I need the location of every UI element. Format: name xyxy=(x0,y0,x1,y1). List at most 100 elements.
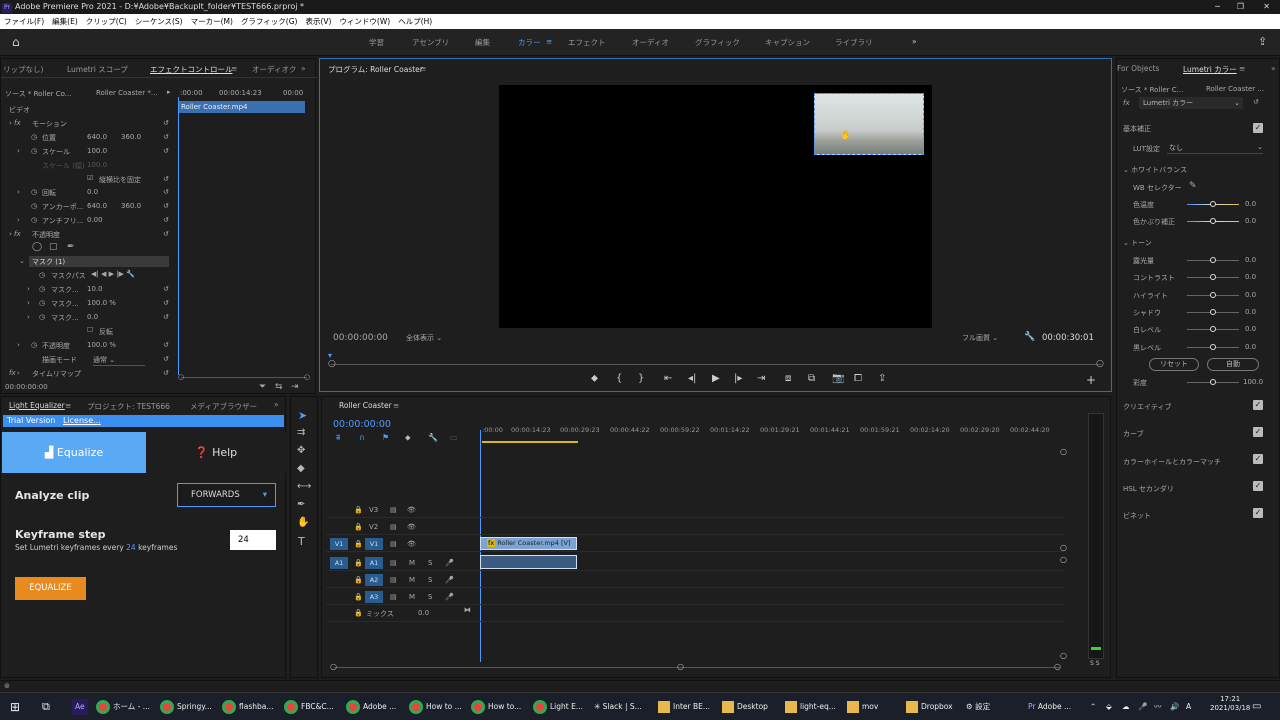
reset-icon[interactable]: ↺ xyxy=(163,299,169,307)
timeline-timecode[interactable]: 00:00:00:00 xyxy=(333,419,391,430)
panel-menu-icon[interactable]: ≡ xyxy=(1239,64,1245,73)
uniform-scale-checkbox[interactable]: ☑ xyxy=(87,174,93,182)
reset-icon[interactable]: ↺ xyxy=(163,202,169,210)
wheels-checkbox[interactable]: ✓ xyxy=(1253,454,1263,464)
notification-icon[interactable]: ▭ xyxy=(1252,699,1261,715)
eye-icon[interactable]: 👁 xyxy=(407,506,416,514)
timeline-tab[interactable]: Roller Coaster xyxy=(339,401,392,410)
white-balance-header[interactable]: ⌄ ホワイトバランス xyxy=(1123,165,1187,175)
sync-icon[interactable]: ▤ xyxy=(390,540,397,548)
panel-menu-icon[interactable]: ≡ xyxy=(231,64,237,73)
stopwatch-icon[interactable]: ◷ xyxy=(39,285,45,293)
expand-icon[interactable]: › xyxy=(27,299,30,307)
reset-icon[interactable]: ↺ xyxy=(163,133,169,141)
stopwatch-icon[interactable]: ◷ xyxy=(39,271,45,279)
expand-icon[interactable]: ⌄ xyxy=(19,257,25,265)
panel-menu-icon[interactable]: ≡ xyxy=(393,401,399,410)
eyedropper-icon[interactable]: ✎ xyxy=(1189,181,1197,191)
sync-icon[interactable]: ▤ xyxy=(390,559,397,567)
track-select-tool-icon[interactable]: ⇉ xyxy=(297,427,305,438)
reset-icon[interactable]: ↺ xyxy=(163,188,169,196)
menu-window[interactable]: ウィンドウ(W) xyxy=(339,14,390,29)
highlights-value[interactable]: 0.0 xyxy=(1245,291,1256,299)
reset-icon[interactable]: ↺ xyxy=(163,230,169,238)
zoom-handle-icon[interactable]: ○ xyxy=(304,373,310,381)
stopwatch-icon[interactable]: ◷ xyxy=(31,216,37,224)
menu-view[interactable]: 表示(V) xyxy=(305,14,331,29)
hsl-header[interactable]: HSL セカンダリ xyxy=(1123,484,1174,494)
fit-dropdown[interactable]: 全体表示 ⌄ xyxy=(406,333,442,343)
lumetri-effect-dropdown[interactable]: Lumetri カラー ⌄ xyxy=(1139,97,1243,109)
program-title[interactable]: プログラム: Roller Coaster xyxy=(328,64,423,75)
compare-icon[interactable]: ⧠ xyxy=(854,373,862,384)
solo-button[interactable]: S xyxy=(428,576,432,584)
add-button-icon[interactable]: + xyxy=(1086,373,1096,387)
ws-edit[interactable]: 編集 xyxy=(475,37,490,48)
clock[interactable]: 17:21 2021/03/18 xyxy=(1210,695,1250,712)
exposure-value[interactable]: 0.0 xyxy=(1245,256,1256,264)
track-a2-label[interactable]: A2 xyxy=(365,574,383,586)
lock-icon[interactable]: 🔒 xyxy=(354,609,363,617)
taskbar-item[interactable]: Adobe ... xyxy=(346,699,396,715)
mute-button[interactable]: M xyxy=(409,576,415,584)
play-only-icon[interactable]: ▸ xyxy=(167,88,171,96)
stopwatch-icon[interactable]: ◷ xyxy=(31,133,37,141)
sync-icon[interactable]: ▤ xyxy=(390,593,397,601)
keyframe-step-input[interactable]: 24 xyxy=(230,530,276,550)
rotation-value[interactable]: 0.0 xyxy=(87,188,98,196)
quality-dropdown[interactable]: フル画質 ⌄ xyxy=(962,333,998,343)
source-patch-a1[interactable]: A1 xyxy=(330,557,348,569)
mic-tray-icon[interactable]: 🎤 xyxy=(1138,699,1147,715)
tab-lumetri-color[interactable]: Lumetri カラー xyxy=(1183,64,1237,75)
tray-up-icon[interactable]: ⌃ xyxy=(1090,699,1096,715)
minimize-icon[interactable]: ─ xyxy=(1215,0,1220,14)
tab-effect-controls[interactable]: エフェクトコントロール xyxy=(150,64,233,75)
sync-icon[interactable]: ▤ xyxy=(390,576,397,584)
lumetri-seq-dropdown[interactable]: Roller Coaster ... xyxy=(1206,85,1264,93)
taskbar-item[interactable]: How to ... xyxy=(409,699,462,715)
tone-header[interactable]: ⌄ トーン xyxy=(1123,238,1152,248)
stopwatch-icon[interactable]: ◷ xyxy=(31,147,37,155)
panel-menu-icon[interactable]: ≡ xyxy=(65,401,71,410)
menu-graphics[interactable]: グラフィック(G) xyxy=(241,14,298,29)
zoom-handle-icon[interactable]: ○ xyxy=(1054,662,1061,671)
step-forward-icon[interactable]: |▸ xyxy=(734,373,742,384)
color-wheels-header[interactable]: カラーホイールとカラーマッチ xyxy=(1123,457,1221,467)
snap-icon[interactable]: ∩ xyxy=(359,433,365,442)
sync-icon[interactable]: ▤ xyxy=(390,506,397,514)
reset-icon[interactable]: ↺ xyxy=(163,285,169,293)
task-view-icon[interactable]: ⧉ xyxy=(42,699,50,715)
tone-auto-button[interactable]: 自動 xyxy=(1207,358,1259,371)
source-patch-v1[interactable]: V1 xyxy=(330,538,348,550)
reset-icon[interactable]: ↺ xyxy=(163,355,169,363)
captions-icon[interactable]: ▭ xyxy=(450,433,458,442)
scroll-handle-icon[interactable]: ○ xyxy=(1060,651,1067,660)
start-icon[interactable]: ⊞ xyxy=(10,699,20,715)
wrench-icon[interactable]: 🔧 xyxy=(428,433,438,442)
taskbar-item[interactable]: ホーム - ... xyxy=(96,699,150,715)
exposure-slider-knob[interactable] xyxy=(1210,257,1216,263)
taskbar-item[interactable]: light-eq... xyxy=(785,699,836,715)
vignette-checkbox[interactable]: ✓ xyxy=(1253,508,1263,518)
lock-icon[interactable]: 🔒 xyxy=(354,576,363,584)
temperature-value[interactable]: 0.0 xyxy=(1245,200,1256,208)
zoom-handle-icon[interactable]: ○ xyxy=(178,373,184,381)
menu-file[interactable]: ファイル(F) xyxy=(4,14,44,29)
curves-checkbox[interactable]: ✓ xyxy=(1253,427,1263,437)
taskbar-item[interactable]: Desktop xyxy=(722,699,768,715)
fx-timeremap-icon[interactable]: fx xyxy=(9,369,16,377)
scroll-handle-icon[interactable]: ○ xyxy=(1060,447,1067,456)
invert-checkbox[interactable]: ☐ xyxy=(87,326,93,334)
go-to-in-icon[interactable]: ⇤ xyxy=(664,373,672,384)
close-icon[interactable]: ✕ xyxy=(1263,0,1270,14)
taskbar-item[interactable]: Springy... xyxy=(160,699,212,715)
menu-clip[interactable]: クリップ(C) xyxy=(86,14,127,29)
program-timecode[interactable]: 00:00:00:00 xyxy=(333,333,388,343)
taskbar-item[interactable]: FBC&C... xyxy=(284,699,334,715)
tab-light-equalizer[interactable]: Light Equalizer xyxy=(9,401,65,410)
stopwatch-icon[interactable]: ◷ xyxy=(31,341,37,349)
fx-opacity-toggle[interactable]: › fx xyxy=(9,230,21,238)
mask-label[interactable]: マスク (1) xyxy=(32,257,65,267)
panel-menu-icon[interactable]: ≡ xyxy=(420,64,426,73)
after-effects-icon[interactable]: Ae xyxy=(72,699,88,715)
